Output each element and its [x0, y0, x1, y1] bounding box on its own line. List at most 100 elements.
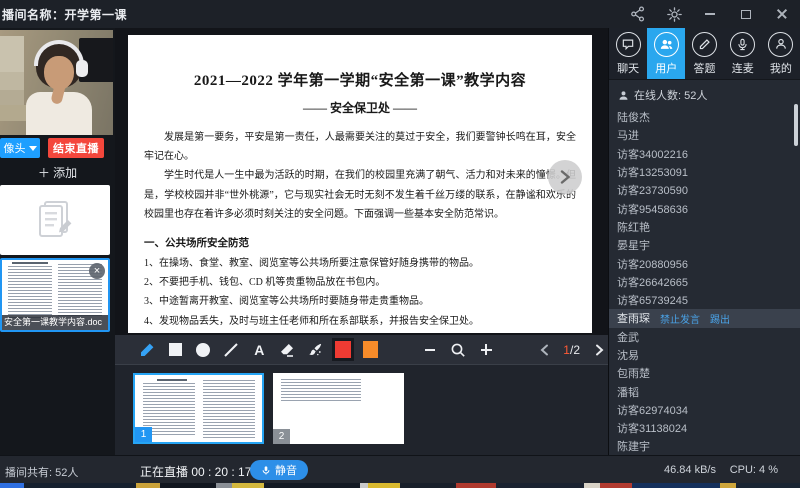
share-icon[interactable] — [630, 6, 646, 22]
close-document-icon[interactable]: × — [89, 263, 105, 279]
document-thumbnail[interactable]: × 安全第一课教学内容.doc — [0, 258, 110, 332]
user-name: 访客31138024 — [617, 420, 687, 436]
whiteboard-thumbnail[interactable] — [0, 185, 110, 255]
online-count-row: 在线人数: 52人 — [609, 82, 800, 108]
chat-bubble-icon — [616, 32, 641, 57]
document-subtitle: —— 安全保卫处 —— — [144, 99, 576, 116]
end-live-button[interactable]: 结束直播 — [48, 138, 104, 158]
page-thumbnail-1[interactable]: 1 — [133, 373, 264, 444]
document-section-heading: 一、公共场所安全防范 — [144, 234, 576, 254]
tab-label: 答题 — [694, 60, 716, 76]
add-source-button[interactable]: ＋ 添加 — [0, 164, 115, 181]
minimize-button[interactable] — [702, 6, 718, 22]
user-list-item[interactable]: 访客95458636 — [609, 199, 800, 217]
user-list-item[interactable]: 陈红艳 — [609, 218, 800, 236]
mute-button[interactable]: 静音 — [250, 460, 308, 480]
user-list-item[interactable]: 沈易 — [609, 346, 800, 364]
camera-button-label: 像头 — [4, 140, 26, 156]
tab-mine[interactable]: 我的 — [762, 28, 800, 79]
user-list-item[interactable]: 访客65739245 — [609, 291, 800, 309]
zoom-magnifier-icon[interactable] — [450, 341, 466, 359]
brush-tool-button[interactable] — [307, 341, 323, 359]
user-list-item[interactable]: 马进 — [609, 126, 800, 144]
user-name: 陈红艳 — [617, 219, 650, 235]
live-timer-label: 正在直播 00 : 20 : 17 — [140, 463, 251, 480]
user-list-item[interactable]: 陆俊杰 — [609, 108, 800, 126]
page-number-badge: 1 — [135, 427, 152, 442]
user-list-item[interactable]: 访客26642665 — [609, 273, 800, 291]
color-swatch-red[interactable] — [335, 341, 350, 358]
document-list-item: 4、发现物品丢失，及时与班主任老师和所在系部联系，并报告安全保卫处。 — [144, 312, 576, 331]
tab-users[interactable]: 用户 — [647, 28, 685, 79]
ellipse-tool-button[interactable] — [195, 341, 211, 359]
user-name: 晏星宇 — [617, 237, 650, 253]
close-button[interactable] — [774, 6, 790, 22]
sidebar-tabs: 聊天 用户 答题 — [609, 28, 800, 80]
user-list-item[interactable]: 访客31138024 — [609, 419, 800, 437]
user-list-item[interactable]: 访客62974034 — [609, 401, 800, 419]
document-title: 2021—2022 学年第一学期“安全第一课”教学内容 — [144, 69, 576, 90]
rectangle-tool-button[interactable] — [167, 341, 183, 359]
user-name: 访客65739245 — [617, 292, 688, 308]
settings-gear-icon[interactable] — [666, 6, 682, 22]
eraser-tool-button[interactable] — [279, 341, 295, 359]
mute-user-link[interactable]: 禁止发言 — [660, 311, 700, 326]
user-name: 访客62974034 — [617, 402, 688, 418]
user-list-item[interactable]: 访客20880956 — [609, 254, 800, 272]
user-list-item[interactable]: 访客34002216 — [609, 145, 800, 163]
document-paragraph: 学生时代是人一生中最为活跃的时期，在我们的校园里充满了朝气、活力和对未来的憧憬。… — [144, 166, 576, 224]
pen-tool-button[interactable] — [139, 341, 155, 359]
webcam-background-shelf — [0, 36, 24, 108]
chevron-right-icon — [559, 170, 571, 184]
previous-page-button[interactable] — [535, 341, 553, 359]
headphones-earcup — [76, 60, 88, 77]
color-swatch-orange[interactable] — [363, 341, 378, 358]
tab-label: 聊天 — [617, 60, 639, 76]
maximize-button[interactable] — [738, 6, 754, 22]
user-name: 马进 — [617, 127, 639, 143]
network-speed-label: 46.84 kB/s — [664, 464, 716, 476]
user-list-item[interactable]: 晏星宇 — [609, 236, 800, 254]
page-thumbnail-2[interactable]: 2 — [273, 373, 404, 444]
thumbnail-text-lines — [157, 379, 187, 381]
tab-quiz[interactable]: 答题 — [685, 28, 723, 79]
thumbnail-text-lines — [281, 379, 361, 401]
user-list-item[interactable]: 访客13253091 — [609, 163, 800, 181]
left-panel: 像头 结束直播 ＋ 添加 × 安全第一课教学内容.doc — [0, 28, 115, 455]
kick-user-link[interactable]: 踢出 — [710, 311, 730, 326]
text-tool-label: A — [254, 342, 264, 358]
document-list-item: 1、在操场、食堂、教室、阅览室等公共场所要注意保管好随身携带的物品。 — [144, 254, 576, 273]
user-list-item[interactable]: 潘韬 — [609, 382, 800, 400]
document-paragraph: 发展是第一要务，平安是第一责任，人最需要关注的莫过于安全，我们要警钟长鸣在耳，安… — [144, 128, 576, 166]
right-sidebar: 聊天 用户 答题 — [608, 28, 800, 455]
tab-label: 用户 — [655, 60, 677, 76]
user-list-item[interactable]: 金武 — [609, 328, 800, 346]
user-list-item[interactable]: 查雨琛禁止发言踢出 — [609, 309, 800, 327]
status-bar: 播间共有: 52人 正在直播 00 : 20 : 17 静音 46.84 kB/… — [0, 455, 800, 483]
thumbnail-text-lines — [12, 262, 48, 264]
zoom-out-button[interactable] — [422, 341, 438, 359]
thumbnail-text-lines — [203, 380, 255, 438]
user-list-item[interactable]: 陈建宇 — [609, 437, 800, 455]
user-list-item[interactable]: 访客23730590 — [609, 181, 800, 199]
text-tool-button[interactable]: A — [251, 341, 267, 359]
user-name: 访客34002216 — [617, 146, 688, 162]
user-list-item[interactable]: 包雨楚 — [609, 364, 800, 382]
user-name: 沈易 — [617, 347, 639, 363]
next-page-button[interactable] — [590, 341, 608, 359]
users-icon — [654, 32, 679, 57]
user-list-scrollbar[interactable] — [794, 104, 798, 146]
tab-label: 我的 — [770, 60, 792, 76]
document-list-item: 3、中途暂离开教室、阅览室等公共场所时要随身带走贵重物品。 — [144, 292, 576, 311]
line-tool-button[interactable] — [223, 341, 239, 359]
document-list-item: 2、不要把手机、钱包、CD 机等贵重物品放在书包内。 — [144, 273, 576, 292]
tab-mic-connect[interactable]: 连麦 — [724, 28, 762, 79]
live-stream-app-window: 播间名称：开学第一课 — [0, 0, 800, 488]
document-pencil-icon — [32, 198, 78, 242]
zoom-in-button[interactable] — [478, 341, 494, 359]
document-thumbnail-name: 安全第一课教学内容.doc — [2, 315, 108, 330]
camera-button[interactable]: 像头 — [0, 138, 40, 158]
tab-chat[interactable]: 聊天 — [609, 28, 647, 79]
next-page-arrow-button[interactable] — [548, 160, 582, 194]
user-name: 访客13253091 — [617, 164, 688, 180]
